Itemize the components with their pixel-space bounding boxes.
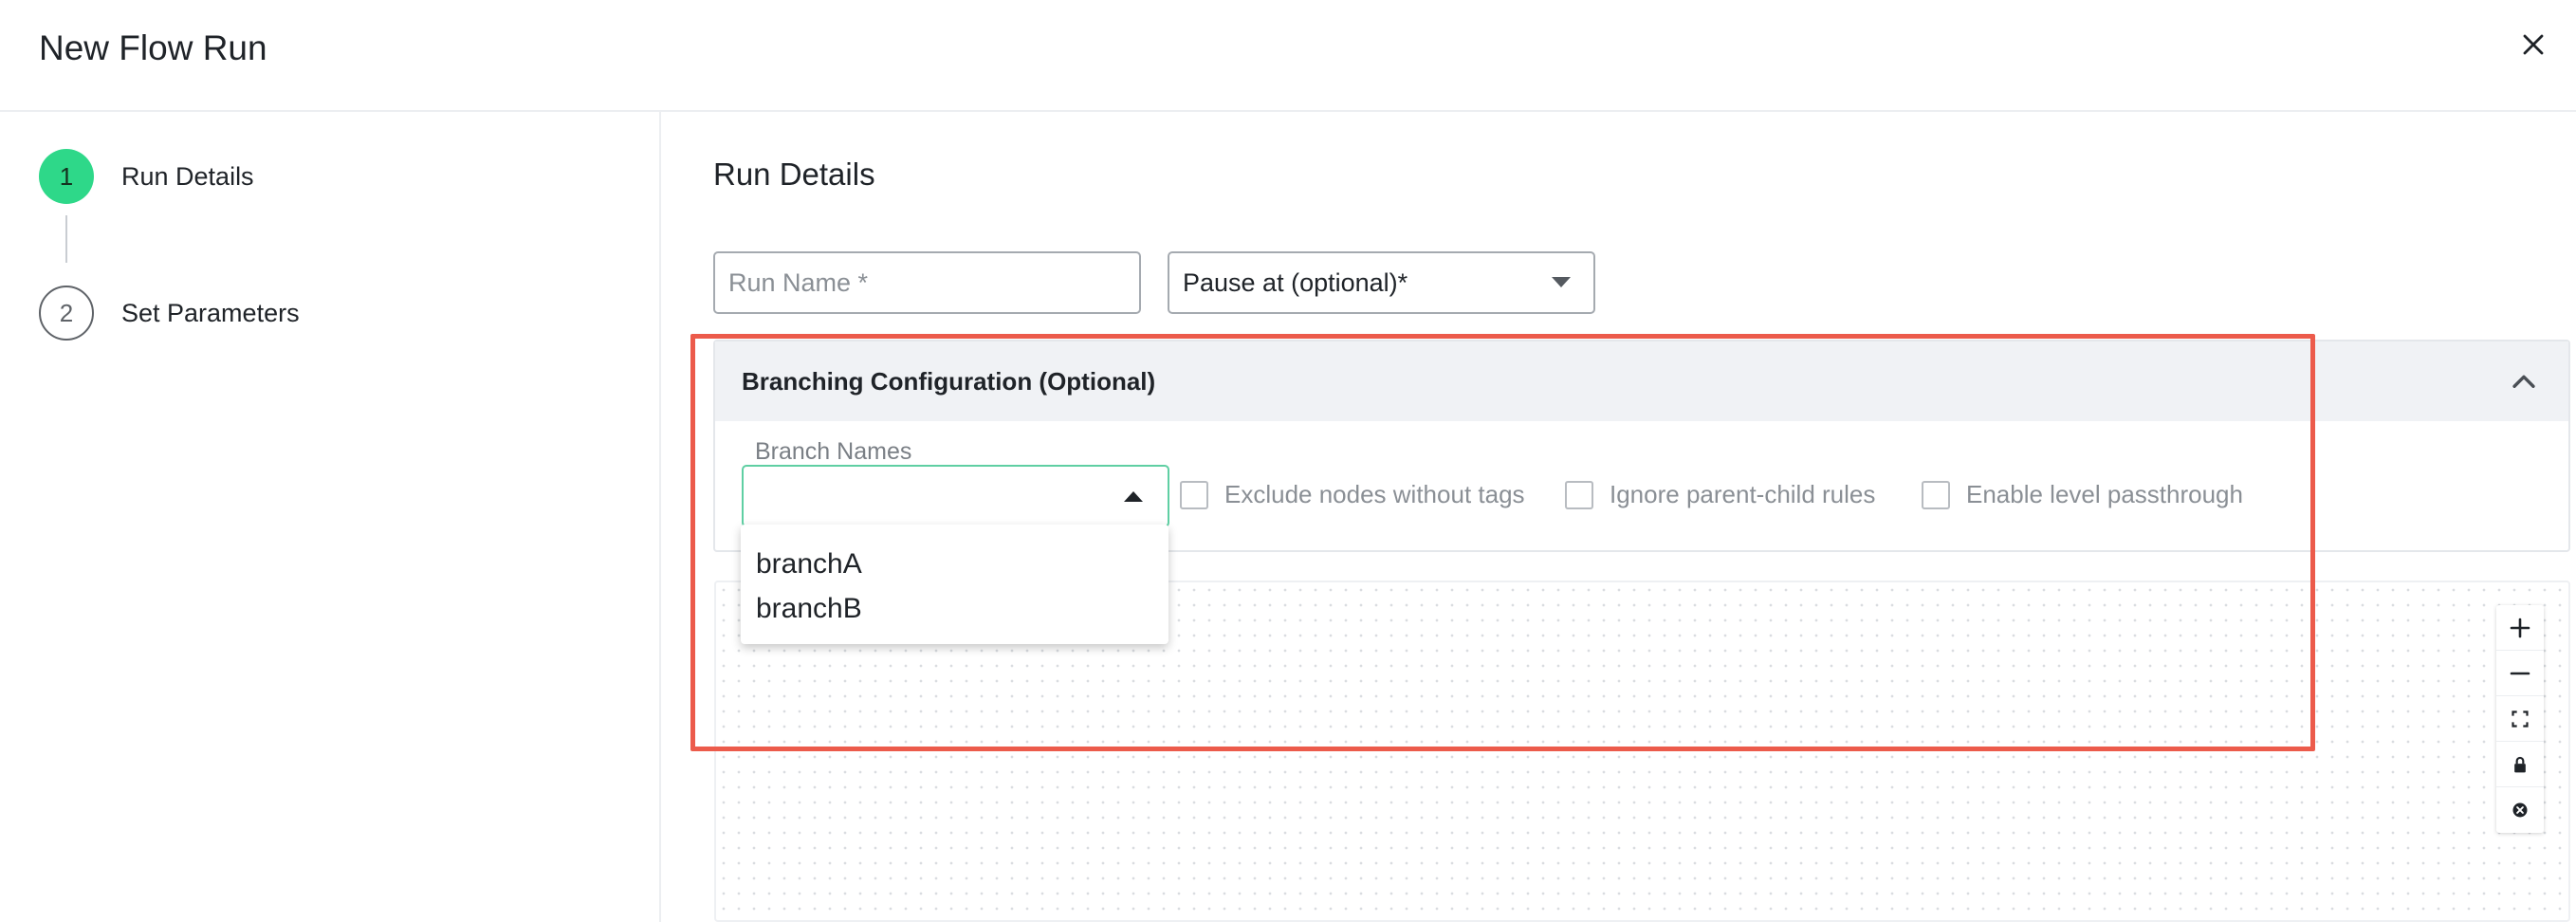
lock-button[interactable] [2496, 742, 2544, 787]
step-number-badge: 2 [39, 286, 94, 341]
fit-view-icon [2512, 710, 2529, 728]
branching-configuration-panel: Branching Configuration (Optional) Branc… [713, 340, 2570, 552]
toggle-button[interactable] [2496, 787, 2544, 833]
checkbox-label: Ignore parent-child rules [1610, 480, 1876, 508]
close-button[interactable] [2510, 21, 2557, 68]
run-name-placeholder: Run Name * [728, 267, 869, 297]
branching-accordion-header[interactable]: Branching Configuration (Optional) [715, 341, 2568, 421]
step-number-badge: 1 [39, 149, 94, 204]
zoom-out-button[interactable] [2496, 651, 2544, 696]
checkbox-label: Exclude nodes without tags [1224, 480, 1525, 508]
branch-names-dropdown: branchA branchB [741, 525, 1168, 644]
run-name-input[interactable]: Run Name * [713, 251, 1141, 314]
enable-level-passthrough-checkbox[interactable]: Enable level passthrough [1922, 480, 2243, 509]
exclude-nodes-checkbox[interactable]: Exclude nodes without tags [1180, 480, 1525, 509]
branch-names-select[interactable] [742, 465, 1169, 527]
branching-header-label: Branching Configuration (Optional) [742, 366, 1156, 396]
step-label: Run Details [121, 161, 254, 191]
caret-up-icon [1124, 491, 1143, 502]
section-title: Run Details [713, 157, 875, 192]
dropdown-option-branchb[interactable]: branchB [741, 586, 1168, 631]
lock-icon [2514, 756, 2526, 772]
pause-at-select[interactable]: Pause at (optional)* [1168, 251, 1595, 314]
flow-controls [2496, 605, 2544, 833]
step-label: Set Parameters [121, 298, 300, 327]
stepper-panel: 1 Run Details 2 Set Parameters [0, 112, 661, 922]
dropdown-option-brancha[interactable]: branchA [741, 542, 1168, 586]
dialog-header: New Flow Run [0, 0, 2576, 112]
caret-down-icon [1552, 277, 1571, 287]
dialog-title: New Flow Run [39, 28, 267, 67]
zoom-in-button[interactable] [2496, 605, 2544, 651]
zoom-in-icon [2510, 618, 2530, 637]
branch-names-label: Branch Names [755, 438, 912, 465]
close-icon [2523, 34, 2544, 55]
checkbox-box[interactable] [1180, 480, 1208, 509]
checkbox-box[interactable] [1922, 480, 1950, 509]
chevron-up-icon [2512, 375, 2535, 388]
checkbox-label: Enable level passthrough [1966, 480, 2243, 508]
fit-view-button[interactable] [2496, 696, 2544, 742]
step-run-details[interactable]: 1 Run Details [39, 149, 254, 204]
pause-at-value: Pause at (optional)* [1183, 267, 1408, 297]
checkbox-box[interactable] [1565, 480, 1593, 509]
close-circle-icon [2512, 802, 2528, 818]
ignore-parent-child-checkbox[interactable]: Ignore parent-child rules [1565, 480, 1875, 509]
zoom-out-icon [2510, 672, 2530, 674]
step-connector [65, 215, 67, 263]
step-set-parameters[interactable]: 2 Set Parameters [39, 286, 300, 341]
